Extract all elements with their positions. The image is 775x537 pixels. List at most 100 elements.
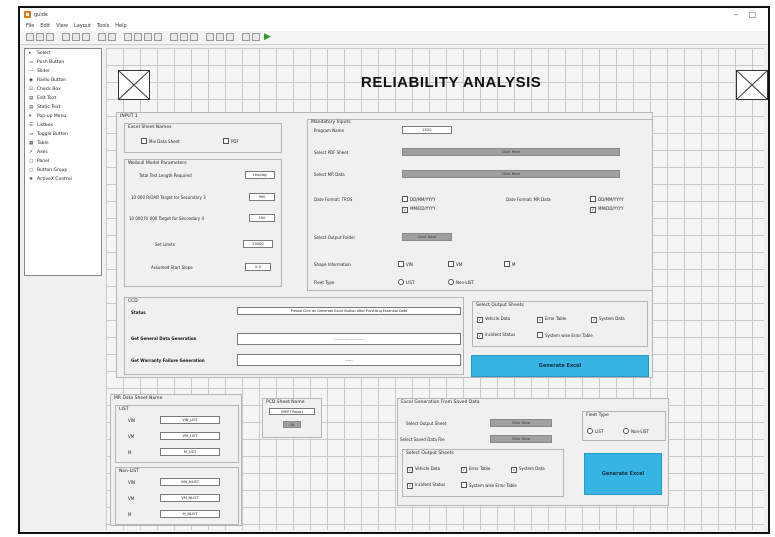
palette-static-text[interactable]: ▤ Static Text [25, 103, 101, 112]
param-input-4[interactable]: 20000 [243, 240, 273, 248]
pcd-sheet-input[interactable]: SHEET Report [269, 408, 315, 415]
gen-incident-status-checkbox[interactable]: ✓ Incident Status [407, 482, 445, 489]
axes-placeholder-right[interactable] [736, 70, 768, 100]
select-mr-button[interactable]: Click Here [402, 170, 620, 178]
tab-order-icon[interactable] [144, 33, 152, 41]
sheet-system-data-checkbox[interactable]: ✓ System Data [591, 316, 625, 323]
palette-panel[interactable]: ▢ Panel [25, 157, 101, 166]
table-icon: ▦ [29, 141, 34, 146]
align-icon[interactable] [124, 33, 132, 41]
editor-icon[interactable] [170, 33, 178, 41]
generate-excel-button[interactable]: Generate Excel [471, 355, 649, 377]
gen-vehicle-data-checkbox[interactable]: ✓ Vehicle Data [407, 466, 440, 473]
pdf-checkbox[interactable]: PDF [223, 138, 239, 144]
save-icon[interactable] [46, 33, 54, 41]
pcd-ok-button[interactable]: OK [283, 421, 301, 428]
fleet-list-radio[interactable]: LIST [398, 279, 414, 285]
menu-view[interactable]: View [56, 23, 68, 29]
param-input-2[interactable]: 900 [249, 193, 275, 201]
mr-ddmmyyyy-checkbox[interactable]: DD/MM/YYYY [590, 196, 624, 202]
app-title: RELIABILITY ANALYSIS [361, 74, 542, 91]
menu-tools[interactable]: Tools [97, 23, 109, 29]
fleet-nonlist-radio[interactable]: Non-LIST [448, 279, 474, 285]
nonlist-vin-input[interactable]: VIN_NLIST [160, 478, 220, 486]
palette-push-button[interactable]: ▭ Push Button [25, 58, 101, 67]
select-output-button[interactable]: Click Here [402, 233, 452, 241]
maximize-button[interactable]: □ [748, 10, 756, 19]
property-inspector-icon[interactable] [180, 33, 188, 41]
gen-system-data-checkbox[interactable]: ✓ System Data [511, 466, 545, 473]
checkbox-box: ✓ [402, 207, 408, 213]
palette-listbox[interactable]: ☰ Listbox [25, 121, 101, 130]
sheet-vehicle-data-checkbox[interactable]: ✓ Vehicle Data [477, 316, 510, 323]
object-browser-icon[interactable] [190, 33, 198, 41]
layout-canvas[interactable]: RELIABILITY ANALYSIS INPUT 1 Excel Sheet… [106, 48, 768, 530]
menu-file[interactable]: File [26, 23, 34, 29]
menu-edit[interactable]: Edit [40, 23, 50, 29]
palette-activex-control[interactable]: ❖ ActiveX Control [25, 175, 101, 184]
shape-vin-checkbox[interactable]: VIN [398, 261, 413, 267]
radio-dot [623, 428, 629, 434]
sheet-system-wise-checkbox[interactable]: System wise Error Table [537, 332, 593, 338]
menu-editor-icon[interactable] [134, 33, 142, 41]
list-m-input[interactable]: M_LIST [160, 448, 220, 456]
grid-icon[interactable] [216, 33, 224, 41]
param-input-3[interactable]: 100 [249, 214, 275, 222]
tros-ddmmyyyy-checkbox[interactable]: DD/MM/YYYY [402, 196, 436, 202]
param-input-5[interactable]: 0.5 [245, 263, 271, 271]
select-pdf-label: Select PDF Sheet [314, 150, 349, 155]
minimize-button[interactable]: – [734, 10, 738, 19]
toolbar-editor-icon[interactable] [154, 33, 162, 41]
checkbox-box: ✓ [461, 467, 467, 473]
undo-icon[interactable] [98, 33, 106, 41]
param-input-1[interactable]: Hrs/day [245, 171, 275, 179]
palette-edit-text[interactable]: ▤ Edit Text [25, 94, 101, 103]
help-icon[interactable] [252, 33, 260, 41]
open-icon[interactable] [36, 33, 44, 41]
nonlist-m-input[interactable]: M_NLIST [160, 510, 220, 518]
push-button-icon: ▭ [29, 60, 34, 65]
cut-icon[interactable] [62, 33, 70, 41]
palette-button-group[interactable]: ▢ Button Group [25, 166, 101, 175]
guide-icon[interactable] [242, 33, 250, 41]
button-group-icon: ▢ [29, 168, 34, 173]
palette-axes[interactable]: ↗ Axes [25, 148, 101, 157]
gen-fleet-list-radio[interactable]: LIST [587, 428, 603, 434]
gen-error-table-checkbox[interactable]: ✓ Error Table [461, 466, 490, 473]
palette-table[interactable]: ▦ Table [25, 139, 101, 148]
layout-icon[interactable] [206, 33, 214, 41]
gen-fleet-nonlist-radio[interactable]: Non-LIST [623, 428, 649, 434]
palette-radio-button[interactable]: ◉ Radio Button [25, 76, 101, 85]
gen-generate-excel-button[interactable]: Generate Excel [584, 453, 662, 495]
shape-vm-checkbox[interactable]: VM [448, 261, 462, 267]
shape-m-checkbox[interactable]: M [504, 261, 515, 267]
palette-toggle-button[interactable]: ▭ Toggle Button [25, 130, 101, 139]
mix-data-sheet-checkbox[interactable]: Mix Data Sheet [141, 138, 180, 144]
ruler-icon[interactable] [226, 33, 234, 41]
paste-icon[interactable] [82, 33, 90, 41]
select-icon: ▸ [29, 51, 32, 56]
nonlist-vm-input[interactable]: VM_NLIST [160, 494, 220, 502]
palette-select[interactable]: ▸ Select [25, 49, 101, 58]
gen-system-wise-checkbox[interactable]: System wise Error Table [461, 482, 517, 488]
mr-mmddyyyy-checkbox[interactable]: ✓ MM/DD/YYYY [590, 206, 624, 213]
gen-select-saved-button[interactable]: Click Here [490, 435, 552, 443]
redo-icon[interactable] [108, 33, 116, 41]
sheet-error-table-checkbox[interactable]: ✓ Error Table [537, 316, 566, 323]
menu-help[interactable]: Help [115, 23, 126, 29]
menu-layout[interactable]: Layout [74, 23, 91, 29]
run-icon[interactable]: ▶ [264, 32, 271, 42]
select-pdf-button[interactable]: Click Here [402, 148, 620, 156]
list-vm-input[interactable]: VM_LIST [160, 432, 220, 440]
list-vin-input[interactable]: VIN_LIST [160, 416, 220, 424]
gen-select-output-button[interactable]: Click Here [490, 419, 552, 427]
palette-popup-menu[interactable]: ▾ Pop-up Menu [25, 112, 101, 121]
program-name-input[interactable]: 2020 [402, 126, 452, 134]
tros-mmddyyyy-checkbox[interactable]: ✓ MM/DD/YYYY [402, 206, 436, 213]
palette-check-box[interactable]: ☑ Check Box [25, 85, 101, 94]
palette-slider[interactable]: — Slider [25, 67, 101, 76]
new-icon[interactable] [26, 33, 34, 41]
sheet-incident-status-checkbox[interactable]: ✓ Incident Status [477, 332, 515, 339]
axes-placeholder-left[interactable] [118, 70, 150, 100]
copy-icon[interactable] [72, 33, 80, 41]
